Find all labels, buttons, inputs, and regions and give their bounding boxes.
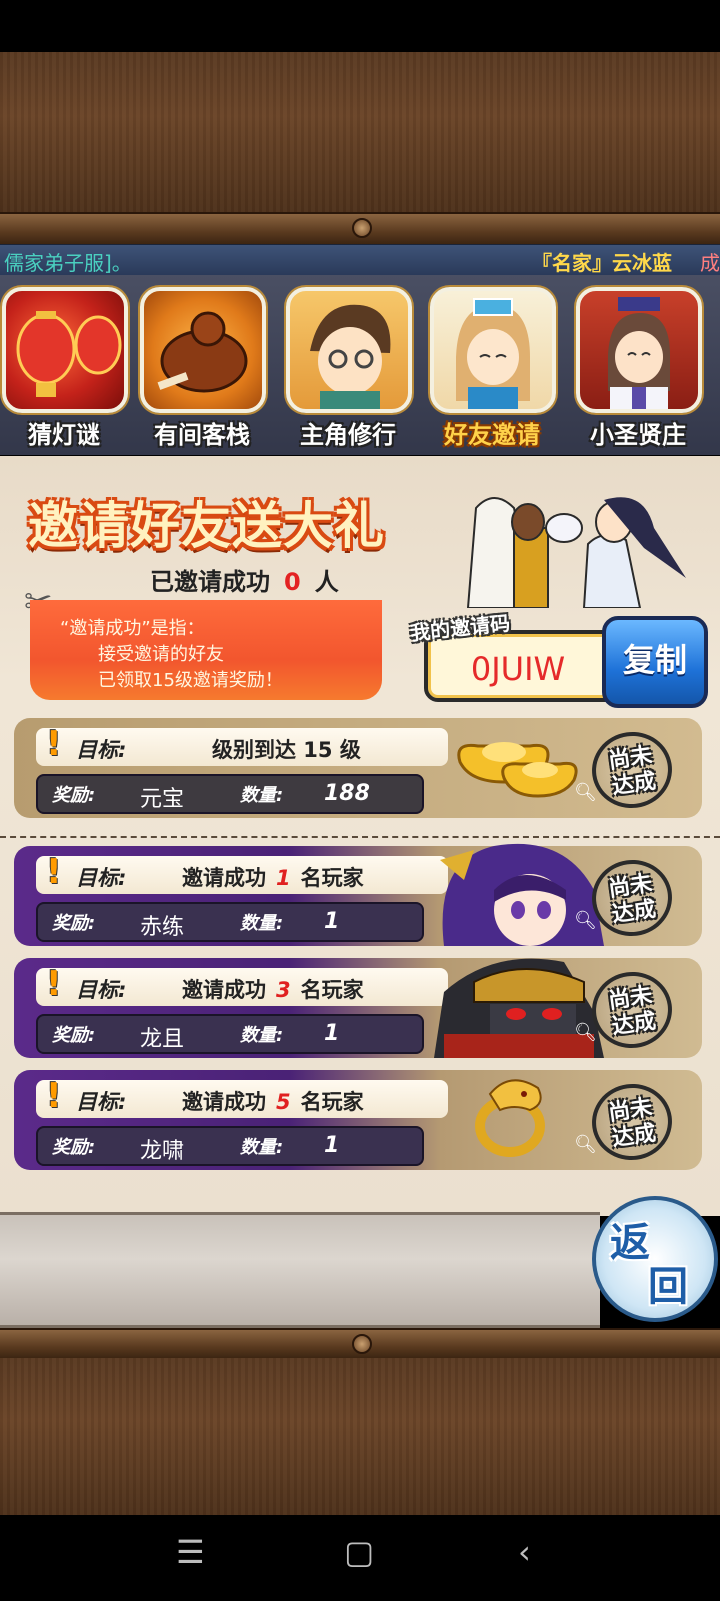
reward-name: 赤练 bbox=[140, 915, 185, 940]
magnify-icon: 🔍︎ bbox=[574, 1022, 597, 1043]
goal-label: 目标: bbox=[76, 738, 127, 762]
magnify-icon: 🔍︎ bbox=[574, 1134, 597, 1155]
note-line-1: “邀请成功”是指： bbox=[60, 618, 205, 639]
quantity-value: 1 bbox=[324, 909, 340, 934]
goal-text: 级别到达 15 级 bbox=[212, 738, 361, 762]
invite-success-count: 已邀请成功 0 人 bbox=[150, 562, 339, 597]
quantity-value: 1 bbox=[324, 1133, 340, 1158]
task-goal: ! 目标: 级别到达 15 级 bbox=[36, 724, 448, 766]
reward-label: 奖励: bbox=[52, 785, 96, 806]
back-icon[interactable]: ‹ bbox=[518, 1533, 531, 1571]
top-wood-panel bbox=[0, 52, 720, 212]
girl-avatar-icon bbox=[430, 287, 556, 413]
quantity-label: 数量: bbox=[240, 1025, 284, 1046]
reward-name: 元宝 bbox=[140, 787, 185, 812]
exclamation-icon: ! bbox=[46, 964, 62, 1004]
longju-portrait-icon[interactable]: 🔍︎ bbox=[434, 952, 604, 1058]
ticker-right-text: 『名家』云冰蓝 bbox=[532, 251, 672, 275]
exclamation-icon: ! bbox=[46, 1076, 62, 1116]
invite-code-box: 0JUIW 我的邀请码 复制 bbox=[409, 611, 708, 708]
task-reward: 奖励: 龙且 数量: 1 bbox=[36, 1014, 424, 1054]
reward-name: 龙啸 bbox=[140, 1139, 185, 1164]
task-reward: 奖励: 元宝 数量: 188 bbox=[36, 774, 424, 814]
goal-text: 邀请成功 3 名玩家 bbox=[182, 978, 364, 1002]
goal-label: 目标: bbox=[76, 978, 127, 1002]
feature-tab-bar: 猜灯谜 有间客栈 主角修行 好友邀请 小圣贤庄 bbox=[0, 275, 720, 455]
tab-lantern-riddle[interactable]: 猜灯谜 bbox=[2, 287, 128, 452]
copy-button[interactable]: 复制 bbox=[602, 616, 708, 708]
reward-label: 奖励: bbox=[52, 1025, 96, 1046]
home-icon[interactable]: ▢ bbox=[344, 1533, 374, 1571]
bottom-scroll-bar bbox=[0, 1212, 600, 1328]
characters-illustration bbox=[454, 488, 704, 609]
announcement-ticker: 儒家弟子服]。 『名家』云冰蓝 成 bbox=[0, 244, 720, 276]
quantity-label: 数量: bbox=[240, 913, 284, 934]
exclamation-icon: ! bbox=[46, 852, 62, 892]
magnify-icon: 🔍︎ bbox=[574, 782, 597, 803]
system-nav-bar: ☰ ▢ ‹ bbox=[0, 1515, 720, 1601]
return-char-1: 返 bbox=[610, 1220, 650, 1266]
task-reward: 奖励: 龙啸 数量: 1 bbox=[36, 1126, 424, 1166]
tab-inn[interactable]: 有间客栈 bbox=[140, 287, 266, 452]
return-button[interactable]: 返 回 bbox=[592, 1196, 718, 1322]
task-row: ! 目标: 邀请成功 5 名玩家 奖励: 龙啸 数量: 1 🔍︎ 尚未 达成 bbox=[14, 1070, 702, 1170]
ticker-tail-text: 成 bbox=[700, 251, 720, 275]
roast-chicken-icon bbox=[140, 287, 266, 413]
task-goal: ! 目标: 邀请成功 5 名玩家 bbox=[36, 1076, 448, 1118]
tab-little-sage-manor[interactable]: 小圣贤庄 bbox=[576, 287, 702, 452]
tab-label: 有间客栈 bbox=[154, 421, 250, 449]
note-line-2: 接受邀请的好友 bbox=[98, 644, 224, 665]
quantity-value: 1 bbox=[324, 1021, 340, 1046]
quantity-label: 数量: bbox=[240, 1137, 284, 1158]
bottom-wood-panel bbox=[0, 1358, 720, 1515]
gold-ingot-icon[interactable]: 🔍︎ bbox=[434, 712, 604, 818]
task-row: ! 目标: 级别到达 15 级 奖励: 元宝 数量: 188 🔍︎ 尚未 达成 bbox=[14, 718, 702, 818]
reward-name: 龙且 bbox=[140, 1027, 185, 1052]
goal-text: 邀请成功 1 名玩家 bbox=[182, 866, 364, 890]
scholar-avatar-icon bbox=[576, 287, 702, 413]
invite-title: 邀请好友送大礼 bbox=[28, 497, 385, 555]
goal-label: 目标: bbox=[76, 866, 127, 890]
quantity-value: 188 bbox=[324, 781, 370, 806]
invite-code-value: 0JUIW bbox=[470, 650, 566, 688]
tab-label: 猜灯谜 bbox=[28, 421, 100, 449]
task-reward: 奖励: 赤练 数量: 1 bbox=[36, 902, 424, 942]
tab-friend-invite[interactable]: 好友邀请 bbox=[430, 287, 556, 452]
section-divider bbox=[0, 836, 720, 838]
reward-label: 奖励: bbox=[52, 1137, 96, 1158]
quantity-label: 数量: bbox=[240, 785, 284, 806]
tab-label: 主角修行 bbox=[300, 421, 396, 449]
lantern-icon bbox=[2, 287, 128, 413]
reward-label: 奖励: bbox=[52, 913, 96, 934]
goal-text: 邀请成功 5 名玩家 bbox=[182, 1090, 364, 1114]
chilian-portrait-icon[interactable]: 🔍︎ bbox=[434, 840, 604, 946]
top-rail bbox=[0, 212, 720, 246]
task-row: ! 目标: 邀请成功 3 名玩家 奖励: 龙且 数量: 1 🔍︎ 尚未 达成 bbox=[14, 958, 702, 1058]
invite-success-prefix: 已邀请成功 bbox=[150, 568, 270, 596]
return-char-2: 回 bbox=[648, 1264, 688, 1310]
task-row: ! 目标: 邀请成功 1 名玩家 奖励: 赤练 数量: 1 🔍︎ 尚未 达成 bbox=[14, 843, 702, 946]
invite-note-box: “邀请成功”是指： 接受邀请的好友 已领取15级邀请奖励！ bbox=[30, 600, 382, 700]
exclamation-icon: ! bbox=[46, 724, 62, 764]
bottom-rail bbox=[0, 1328, 720, 1360]
note-line-3: 已领取15级邀请奖励！ bbox=[98, 670, 283, 691]
dragon-ring-icon[interactable]: 🔍︎ bbox=[434, 1064, 604, 1170]
ticker-left-text: 儒家弟子服]。 bbox=[4, 251, 132, 275]
task-goal: ! 目标: 邀请成功 3 名玩家 bbox=[36, 964, 448, 1006]
hero-avatar-icon bbox=[286, 287, 412, 413]
tab-label: 好友邀请 bbox=[444, 421, 540, 449]
goal-label: 目标: bbox=[76, 1090, 127, 1114]
invite-success-number: 0 bbox=[284, 568, 301, 596]
tab-label: 小圣贤庄 bbox=[590, 421, 686, 449]
task-goal: ! 目标: 邀请成功 1 名玩家 bbox=[36, 852, 448, 894]
magnify-icon: 🔍︎ bbox=[574, 910, 597, 931]
menu-icon[interactable]: ☰ bbox=[176, 1533, 205, 1571]
invite-success-unit: 人 bbox=[314, 568, 339, 596]
tab-hero-training[interactable]: 主角修行 bbox=[286, 287, 412, 452]
